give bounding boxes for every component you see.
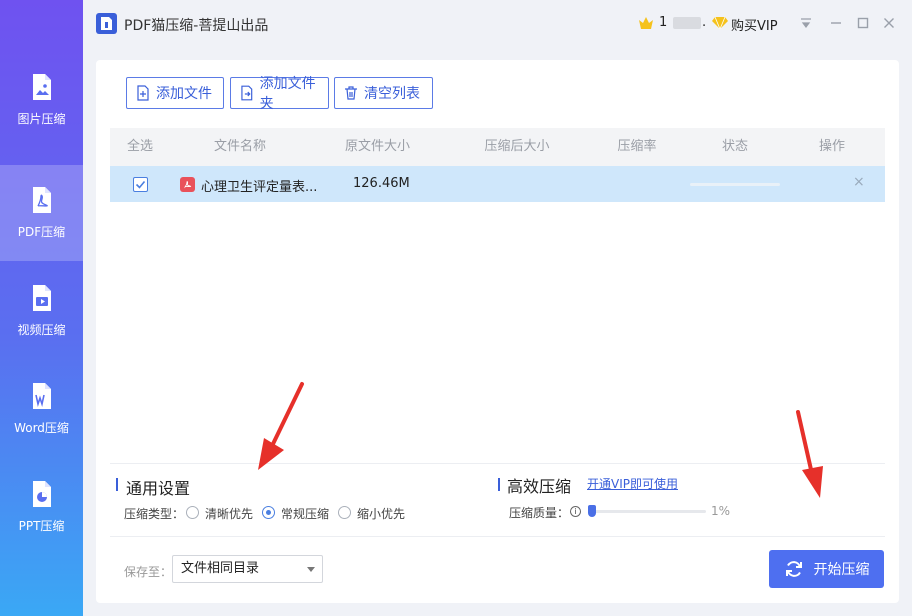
maximize-button[interactable] (854, 14, 872, 32)
close-icon (884, 18, 894, 28)
sidebar-item-label: Word压缩 (14, 421, 69, 435)
sidebar-item-image[interactable]: 图片压缩 (0, 52, 83, 148)
buy-vip-link[interactable]: 购买VIP (731, 15, 778, 34)
user-name-suffix: . (702, 15, 707, 30)
check-icon (135, 180, 146, 189)
sidebar-item-word[interactable]: Word压缩 (0, 361, 83, 457)
table-header: 全选 文件名称 原文件大小 压缩后大小 压缩率 状态 操作 (110, 128, 885, 166)
clear-list-button[interactable]: 清空列表 (334, 77, 433, 109)
app-title: PDF猫压缩-菩提山出品 (124, 18, 269, 34)
sidebar-item-ppt[interactable]: PPT压缩 (0, 459, 83, 555)
status-progress-bar (690, 183, 780, 186)
column-header-name: 文件名称 (213, 139, 266, 154)
dropdown-icon (801, 18, 811, 28)
option-smaller-first[interactable]: 缩小优先 (357, 505, 405, 522)
divider (110, 463, 885, 464)
select-all-header[interactable]: 全选 (110, 128, 170, 166)
main-panel: 添加文件 添加文件夹 清空列表 全选 文件名称 原文件大小 压缩后大小 压缩率 … (96, 60, 899, 603)
user-name-masked (673, 17, 701, 29)
open-vip-link[interactable]: 开通VIP即可使用 (587, 475, 678, 492)
pdf-file-icon (32, 187, 51, 213)
sidebar: 图片压缩 PDF压缩 视频压缩 Word压缩 PPT压缩 (0, 0, 83, 616)
start-compress-label: 开始压缩 (813, 562, 870, 578)
trash-icon (345, 86, 357, 100)
divider (110, 536, 885, 537)
file-name: 心理卫生评定量表... (201, 180, 318, 195)
annotation-arrow-icon (796, 410, 823, 498)
titlebar: PDF猫压缩-菩提山出品 1 . 购买VIP (83, 0, 912, 48)
sidebar-item-label: PPT压缩 (18, 519, 65, 533)
annotation-arrow-icon (258, 382, 304, 470)
option-normal-compress[interactable]: 常规压缩 (281, 505, 329, 522)
minimize-icon (831, 22, 841, 24)
quality-label: 压缩质量： (509, 506, 570, 520)
section-marker (498, 478, 500, 491)
column-header-action: 操作 (818, 139, 845, 154)
option-clarity-first[interactable]: 清晰优先 (205, 505, 253, 522)
file-table: 全选 文件名称 原文件大小 压缩后大小 压缩率 状态 操作 心理卫生评定量表..… (110, 128, 885, 463)
remove-row-button[interactable]: × (853, 174, 865, 190)
general-settings-title: 通用设置 (126, 479, 191, 498)
add-folder-button[interactable]: 添加文件夹 (230, 76, 329, 112)
user-name[interactable]: 1 (659, 15, 667, 30)
word-file-icon (32, 383, 51, 409)
maximize-icon (857, 17, 869, 29)
add-folder-icon (241, 85, 253, 101)
sidebar-item-pdf[interactable]: PDF压缩 (0, 165, 83, 261)
dropdown-menu-button[interactable] (797, 14, 815, 32)
efficient-compress-title: 高效压缩 (507, 477, 572, 496)
add-file-icon (137, 85, 149, 101)
sidebar-item-video[interactable]: 视频压缩 (0, 263, 83, 359)
save-to-label: 保存至： (124, 565, 173, 579)
column-header-status: 状态 (721, 139, 748, 154)
quality-value: 1% (711, 504, 731, 518)
sidebar-item-label: 视频压缩 (17, 323, 66, 337)
column-header-compressed-size: 压缩后大小 (484, 139, 550, 154)
radio-smaller-first[interactable] (338, 506, 351, 519)
minimize-button[interactable] (827, 14, 845, 32)
refresh-icon (785, 561, 802, 577)
crown-icon (639, 17, 653, 29)
column-header-original-size: 原文件大小 (344, 139, 410, 154)
video-file-icon (32, 285, 51, 311)
quality-slider-thumb[interactable] (588, 505, 597, 517)
radio-clarity-first[interactable] (186, 506, 199, 519)
table-row[interactable]: 心理卫生评定量表... 126.46M × (110, 166, 885, 202)
clear-list-label: 清空列表 (364, 86, 420, 102)
row-checkbox[interactable] (133, 177, 148, 192)
chevron-down-icon (307, 567, 315, 572)
compress-type-label: 压缩类型： (124, 507, 185, 521)
close-button[interactable] (880, 14, 898, 32)
column-header-ratio: 压缩率 (617, 139, 657, 154)
sidebar-item-label: PDF压缩 (17, 225, 66, 239)
radio-normal-compress[interactable] (262, 506, 275, 519)
original-size: 126.46M (353, 176, 410, 191)
add-folder-label: 添加文件夹 (259, 76, 316, 112)
app-logo-icon (96, 13, 117, 34)
add-file-button[interactable]: 添加文件 (126, 77, 224, 109)
sidebar-item-label: 图片压缩 (17, 112, 66, 126)
quality-slider-track[interactable] (590, 510, 706, 513)
save-location-value: 文件相同目录 (181, 561, 260, 576)
image-file-icon (32, 74, 51, 100)
pdf-icon (180, 177, 195, 192)
ppt-file-icon (32, 481, 51, 507)
add-file-label: 添加文件 (156, 86, 212, 102)
start-compress-button[interactable]: 开始压缩 (769, 550, 884, 588)
info-icon[interactable]: i (570, 506, 581, 517)
save-location-select[interactable]: 文件相同目录 (172, 555, 323, 583)
diamond-icon (712, 16, 728, 29)
section-marker (116, 478, 118, 491)
